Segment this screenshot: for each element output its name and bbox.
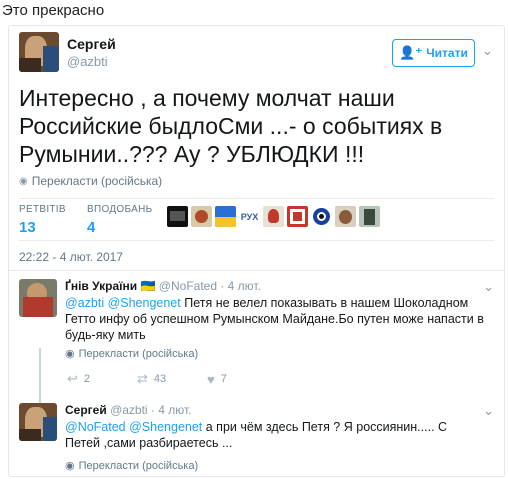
reply-icon: ↩	[67, 371, 78, 386]
liker-avatar[interactable]	[287, 206, 308, 227]
likers-avatars: РУХ	[167, 206, 380, 227]
reply-author-handle[interactable]: @azbti · 4 лют.	[110, 403, 191, 417]
reply-avatar[interactable]	[19, 403, 57, 441]
retweets-stat[interactable]: РЕТВІТІВ 13	[19, 204, 66, 236]
reply-actions: ↩ 2 ⇄ 43 ♥ 7	[67, 371, 277, 387]
author-handle[interactable]: @azbti	[67, 54, 116, 69]
chevron-down-icon[interactable]: ⌄	[482, 43, 493, 59]
liker-avatar[interactable]	[311, 206, 332, 227]
translate-label: Перекласти (російська)	[31, 174, 163, 188]
translate-link[interactable]: ◉ Перекласти (російська)	[65, 459, 199, 473]
globe-icon: ◉	[19, 175, 28, 187]
image-caption: Это прекрасно	[2, 2, 105, 19]
reply-mentions[interactable]: @NoFated @Shengenet	[65, 420, 202, 434]
likes-count[interactable]: 4	[87, 219, 152, 236]
divider	[19, 240, 494, 241]
translate-label: Перекласти (російська)	[78, 347, 199, 360]
like-count: 7	[220, 373, 227, 385]
retweets-count[interactable]: 13	[19, 219, 66, 236]
like-action[interactable]: ♥ 7	[207, 371, 277, 387]
divider	[19, 198, 494, 199]
retweet-action[interactable]: ⇄ 43	[137, 371, 207, 387]
translate-link[interactable]: ◉ Перекласти (російська)	[19, 174, 162, 188]
reply-header: Сергей @azbti · 4 лют.	[65, 403, 192, 417]
liker-avatar[interactable]	[263, 206, 284, 227]
reply-tweet[interactable]: Сергей @azbti · 4 лют. ⌄ @NoFated @Sheng…	[9, 403, 506, 473]
tweet-card: Сергей @azbti 👤⁺ Читати ⌄ Интересно , а …	[8, 25, 505, 477]
follow-button-label: Читати	[426, 46, 468, 60]
reply-mentions[interactable]: @azbti @Shengenet	[65, 296, 181, 310]
author-avatar[interactable]	[19, 32, 59, 72]
chevron-down-icon[interactable]: ⌄	[483, 403, 494, 419]
translate-label: Перекласти (російська)	[78, 459, 199, 472]
retweet-count: 43	[153, 373, 167, 385]
author-info[interactable]: Сергей @azbti	[67, 36, 116, 69]
follow-button[interactable]: 👤⁺ Читати	[392, 39, 475, 67]
reply-author-name[interactable]: Ґнів України	[65, 279, 137, 293]
tweet-timestamp[interactable]: 22:22 - 4 лют. 2017	[19, 250, 123, 264]
retweets-label: РЕТВІТІВ	[19, 204, 66, 215]
globe-icon: ◉	[65, 348, 75, 360]
reply-author-handle[interactable]: @NoFated · 4 лют.	[159, 279, 261, 293]
likes-label: ВПОДОБАНЬ	[87, 204, 153, 215]
liker-avatar[interactable]	[359, 206, 380, 227]
add-user-icon: 👤⁺	[399, 45, 423, 60]
liker-avatar[interactable]	[215, 206, 236, 227]
reply-author-name[interactable]: Сергей	[65, 403, 107, 417]
retweet-icon: ⇄	[137, 371, 148, 386]
liker-avatar[interactable]	[335, 206, 356, 227]
likes-stat[interactable]: ВПОДОБАНЬ 4	[87, 204, 152, 236]
liker-avatar[interactable]	[191, 206, 212, 227]
reply-action[interactable]: ↩ 2	[67, 371, 137, 387]
liker-avatar[interactable]: РУХ	[239, 206, 260, 227]
divider	[9, 270, 504, 271]
heart-icon: ♥	[207, 371, 215, 387]
reply-avatar[interactable]	[19, 279, 57, 317]
reply-count: 2	[83, 373, 91, 385]
reply-text: @NoFated @Shengenet а при чём здесь Петя…	[65, 419, 485, 451]
globe-icon: ◉	[65, 460, 75, 472]
author-name[interactable]: Сергей	[67, 36, 116, 52]
flag-icon: 🇺🇦	[140, 279, 156, 293]
reply-tweet[interactable]: Ґнів України 🇺🇦 @NoFated · 4 лют. ⌄ @azb…	[9, 279, 506, 389]
translate-link[interactable]: ◉ Перекласти (російська)	[65, 347, 199, 361]
reply-text: @azbti @Shengenet Петя не велел показыва…	[65, 295, 485, 343]
tweet-text: Интересно , а почему молчат наши Российс…	[19, 85, 443, 167]
liker-avatar[interactable]	[167, 206, 188, 227]
chevron-down-icon[interactable]: ⌄	[483, 279, 494, 295]
reply-header: Ґнів України 🇺🇦 @NoFated · 4 лют.	[65, 279, 261, 293]
